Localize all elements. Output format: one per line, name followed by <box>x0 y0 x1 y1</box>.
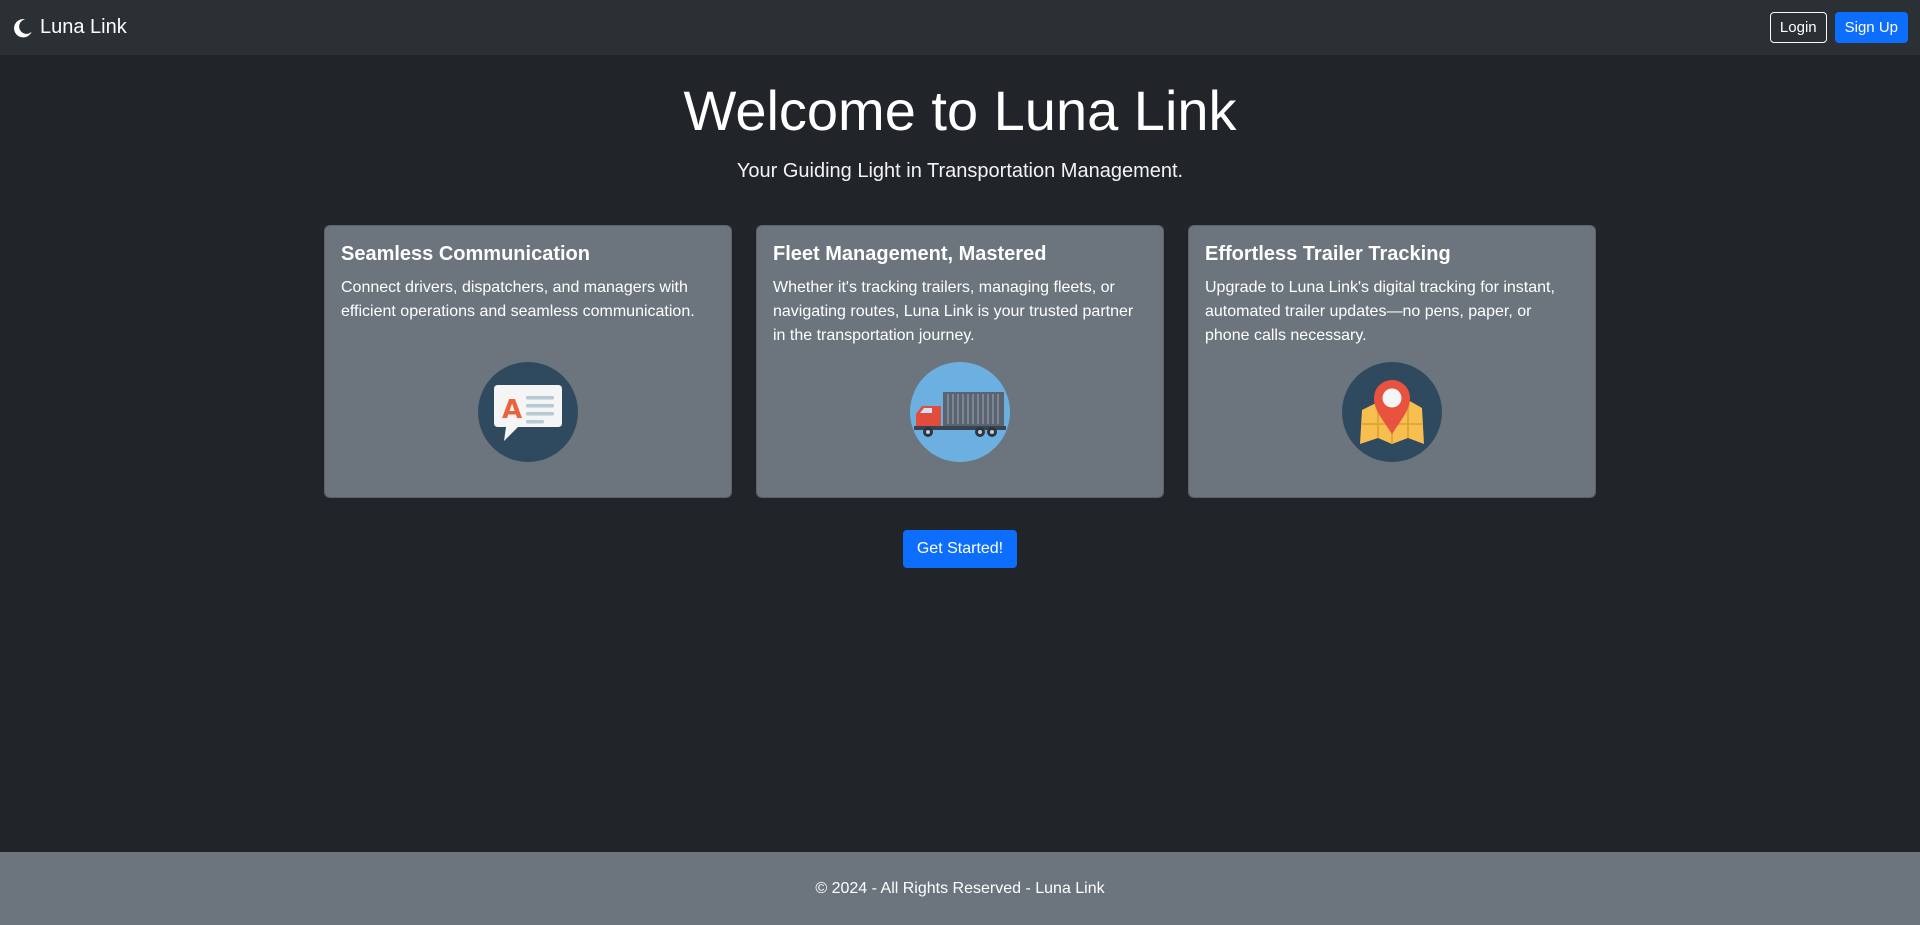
main-content: Welcome to Luna Link Your Guiding Light … <box>0 55 1920 852</box>
get-started-button[interactable]: Get Started! <box>902 530 1018 569</box>
card-title: Fleet Management, Mastered <box>773 243 1047 266</box>
card-text: Connect drivers, dispatchers, and manage… <box>341 279 695 321</box>
feature-card-tracking: Effortless Trailer Tracking Upgrade to L… <box>1188 225 1596 499</box>
brand-name: Luna Link <box>40 16 127 38</box>
feature-cards: Seamless Communication Connect drivers, … <box>0 225 1920 499</box>
svg-text:A: A <box>502 395 522 425</box>
chat-bubble-icon: A <box>478 362 578 463</box>
feature-card-fleet: Fleet Management, Mastered Whether it's … <box>756 225 1164 499</box>
card-title: Effortless Trailer Tracking <box>1205 243 1451 266</box>
footer-text: © 2024 - All Rights Reserved - Luna Link <box>815 879 1105 897</box>
truck-icon <box>910 362 1010 463</box>
crescent-moon-icon <box>14 18 32 37</box>
brand-link[interactable]: Luna Link <box>12 16 127 39</box>
signup-button[interactable]: Sign Up <box>1834 12 1908 43</box>
page-title: Welcome to Luna Link <box>683 79 1237 142</box>
card-text: Whether it's tracking trailers, managing… <box>773 279 1134 345</box>
page-subtitle: Your Guiding Light in Transportation Man… <box>736 160 1184 183</box>
card-text: Upgrade to Luna Link's digital tracking … <box>1205 279 1555 345</box>
nav-actions: Login Sign Up <box>1769 12 1908 43</box>
feature-card-communication: Seamless Communication Connect drivers, … <box>324 225 732 499</box>
card-title: Seamless Communication <box>341 243 590 266</box>
map-pin-icon <box>1342 362 1442 463</box>
navbar: Luna Link Login Sign Up <box>0 0 1920 55</box>
footer: © 2024 - All Rights Reserved - Luna Link <box>0 852 1920 925</box>
login-button[interactable]: Login <box>1769 12 1827 43</box>
